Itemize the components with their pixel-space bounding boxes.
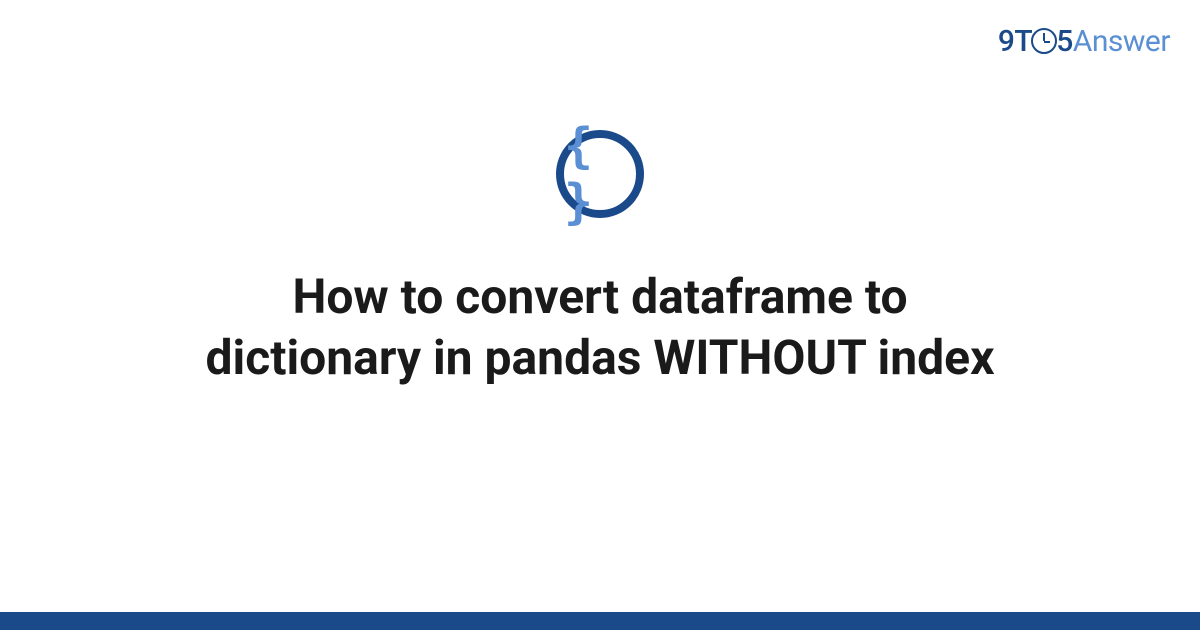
page-title: How to convert dataframe to dictionary i… bbox=[140, 266, 1060, 389]
bottom-accent-bar bbox=[0, 612, 1200, 630]
logo-text-9t: 9T bbox=[998, 24, 1032, 59]
logo-text-5: 5 bbox=[1056, 24, 1073, 59]
braces-glyph: { } bbox=[564, 118, 636, 230]
clock-icon bbox=[1031, 28, 1057, 54]
main-content: { } How to convert dataframe to dictiona… bbox=[0, 130, 1200, 389]
logo-text-answer: Answer bbox=[1073, 24, 1170, 59]
site-logo[interactable]: 9T 5Answer bbox=[998, 24, 1170, 59]
code-braces-icon: { } bbox=[556, 130, 644, 218]
